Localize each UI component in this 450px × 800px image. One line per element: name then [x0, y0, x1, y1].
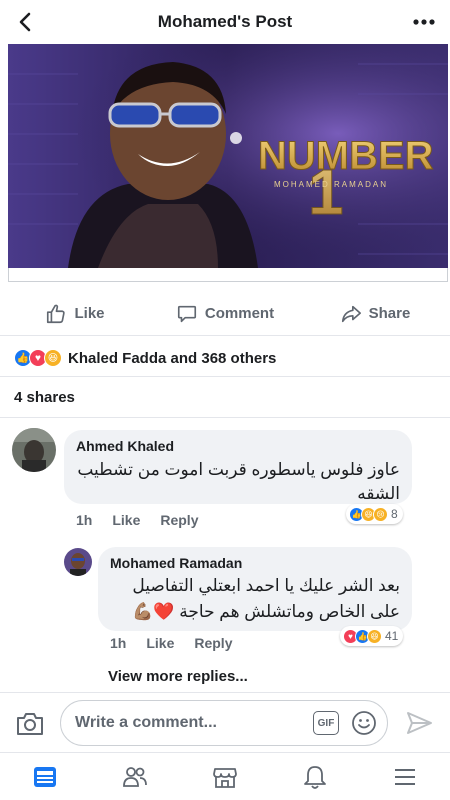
more-options-button[interactable]	[410, 8, 438, 36]
reactions-text: Khaled Fadda and 368 others	[68, 349, 277, 367]
divider	[0, 376, 450, 377]
image-subtitle-text: MOHAMED RAMADAN	[274, 180, 388, 189]
send-icon	[407, 712, 432, 734]
haha-reaction-icon: 😆	[44, 349, 62, 367]
comment-label: Comment	[204, 305, 275, 322]
nav-news-feed[interactable]	[25, 757, 65, 797]
share-label: Share	[368, 305, 411, 322]
reply-bubble: Mohamed Ramadan بعد الشر عليك يا احمد اب…	[98, 547, 412, 631]
comment-meta: 1h Like Reply	[76, 512, 198, 528]
reply-like-link[interactable]: Like	[146, 635, 174, 651]
nav-friends[interactable]	[115, 757, 155, 797]
reaction-count: 41	[385, 629, 399, 643]
reply-line-2: على الخاص وماتشلش هم حاجة ❤️💪🏽	[132, 602, 400, 621]
gif-button[interactable]: GIF	[313, 711, 339, 735]
reaction-icons: 👍 ♥ 😆	[14, 349, 62, 367]
comment-input-wrap: GIF	[60, 700, 388, 746]
reply-text: بعد الشر عليك يا احمد ابعتلي التفاصيل عل…	[110, 573, 400, 625]
chevron-left-icon	[19, 12, 31, 32]
reply-reactions-badge[interactable]: ♥ 👍 😆 41	[340, 626, 404, 646]
comment-like-link[interactable]: Like	[112, 512, 140, 528]
comment-bubble: Ahmed Khaled عاوز فلوس ياسطوره قربت اموت…	[64, 430, 412, 504]
camera-icon	[17, 713, 43, 735]
reply-author[interactable]: Mohamed Ramadan	[110, 555, 400, 571]
post-photo: NUMBER 1 MOHAMED RAMADAN	[8, 44, 448, 268]
haha-reaction-icon: 😆	[367, 628, 382, 644]
top-bar: Mohamed's Post	[0, 0, 450, 44]
share-button[interactable]: Share	[300, 292, 450, 335]
reactions-summary[interactable]: 👍 ♥ 😆 Khaled Fadda and 368 others	[14, 345, 276, 371]
sad-reaction-icon: 😢	[373, 506, 388, 522]
comment-author[interactable]: Ahmed Khaled	[76, 438, 400, 454]
avatar[interactable]	[12, 428, 56, 472]
image-frame-bottom	[8, 268, 448, 282]
post-image[interactable]: NUMBER 1 MOHAMED RAMADAN	[8, 44, 448, 268]
nav-marketplace[interactable]	[205, 757, 245, 797]
reply-meta: 1h Like Reply	[110, 635, 232, 651]
news-feed-icon	[34, 766, 56, 787]
comment-composer: GIF	[0, 696, 450, 752]
friends-icon	[123, 766, 147, 787]
reply-time: 1h	[110, 635, 127, 651]
send-button[interactable]	[404, 708, 434, 738]
image-title-text: NUMBER	[258, 134, 434, 178]
comment-reply-link[interactable]: Reply	[160, 512, 198, 528]
bell-icon	[304, 765, 326, 789]
page-title: Mohamed's Post	[157, 12, 293, 31]
divider	[0, 417, 450, 418]
more-horizontal-icon	[413, 19, 435, 25]
comment-text: عاوز فلوس ياسطوره قربت اموت من تشطيب الش…	[77, 460, 400, 503]
marketplace-icon	[213, 767, 237, 788]
back-button[interactable]	[12, 8, 40, 36]
reaction-count: 8	[391, 507, 398, 521]
avatar-photo	[12, 428, 56, 472]
hamburger-menu-icon	[395, 768, 415, 785]
comment-input[interactable]	[75, 714, 295, 732]
nav-menu[interactable]	[385, 757, 425, 797]
bottom-navigation	[0, 752, 450, 800]
like-button[interactable]: Like	[0, 292, 150, 335]
emoji-button[interactable]	[351, 710, 377, 736]
view-more-replies-link[interactable]: View more replies...	[108, 668, 248, 685]
nav-notifications[interactable]	[295, 757, 335, 797]
like-label: Like	[74, 305, 105, 322]
comment-time: 1h	[76, 512, 93, 528]
divider	[0, 692, 450, 693]
thumbs-up-icon	[47, 304, 66, 323]
camera-button[interactable]	[14, 708, 46, 740]
comment-reactions-badge[interactable]: 👍 😆 😢 8	[346, 504, 403, 524]
reply-reply-link[interactable]: Reply	[194, 635, 232, 651]
post-actions-bar: Like Comment Share	[0, 292, 450, 336]
image-number-text: 1	[308, 156, 344, 228]
avatar-photo	[64, 548, 92, 576]
share-icon	[341, 305, 361, 322]
comment-button[interactable]: Comment	[150, 292, 300, 335]
avatar[interactable]	[64, 548, 92, 576]
comment-icon	[177, 305, 196, 322]
shares-count[interactable]: 4 shares	[14, 389, 75, 406]
smiley-icon	[352, 711, 376, 735]
reply-line-1: بعد الشر عليك يا احمد ابعتلي التفاصيل	[132, 576, 400, 595]
